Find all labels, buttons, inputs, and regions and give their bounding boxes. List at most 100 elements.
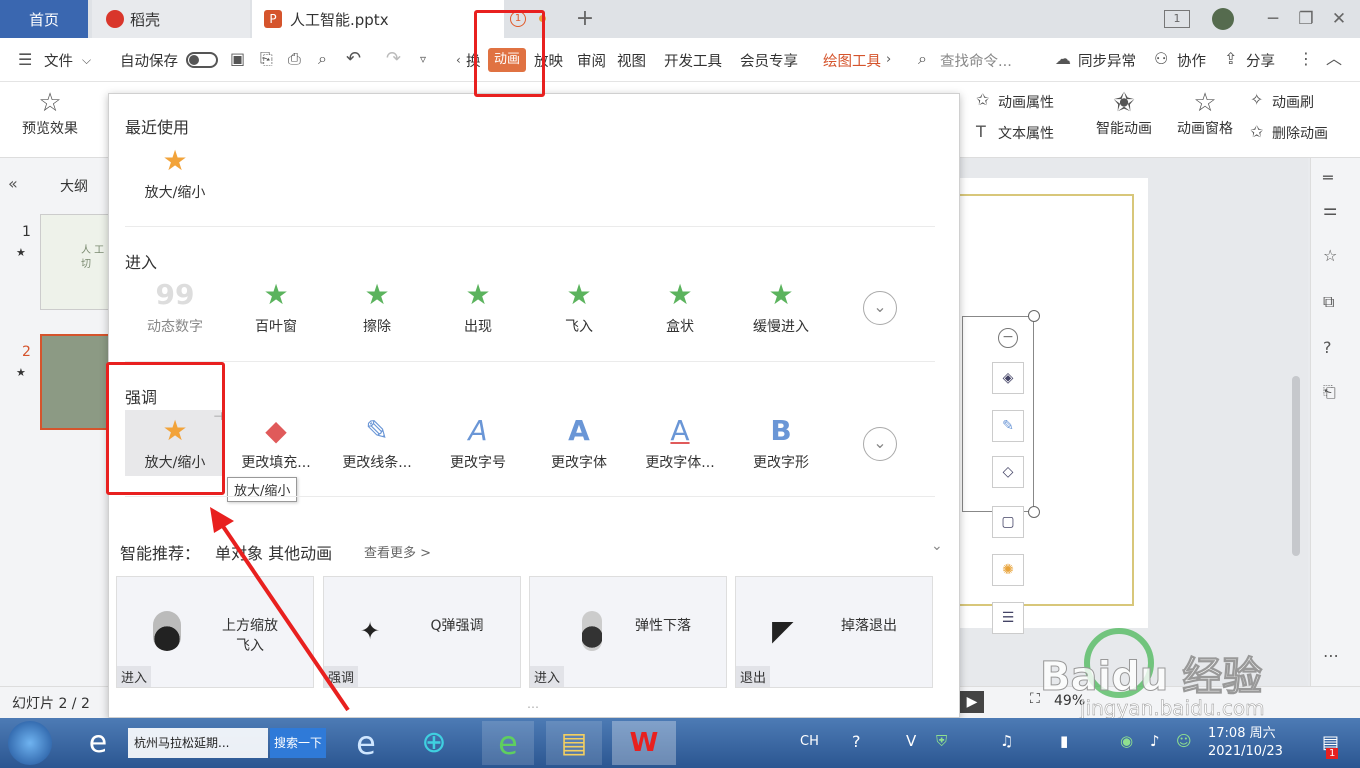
menu-developer[interactable]: 开发工具 — [664, 50, 722, 71]
lightbulb-icon[interactable]: ✺ — [992, 554, 1024, 586]
layers-icon[interactable]: ◈ — [992, 362, 1024, 394]
menu-drawing-tools[interactable]: 绘图工具 — [823, 50, 881, 71]
slide-canvas[interactable] — [930, 178, 1148, 628]
animation-pane-button[interactable]: ☆ 动画窗格 — [1172, 88, 1238, 138]
emphasis-change-size[interactable]: A 更改字号 — [428, 410, 528, 472]
minus-circle-icon[interactable]: − — [998, 328, 1018, 348]
emphasis-change-style[interactable]: B 更改字形 — [731, 410, 831, 472]
bell-icon[interactable]: ♫ — [1000, 732, 1013, 750]
emphasis-expand-icon[interactable]: ⌄ — [863, 427, 897, 461]
slide-thumbnail-1[interactable]: 人 工 切 — [40, 214, 110, 310]
network-icon[interactable]: ▮ — [1060, 732, 1068, 750]
wps-taskbar-icon[interactable]: W — [612, 721, 676, 765]
settings-sliders-icon[interactable]: ⚌ — [1323, 200, 1337, 220]
volume-muted-icon[interactable]: ♪ — [1150, 732, 1160, 750]
crop-icon[interactable]: ▢ — [992, 506, 1024, 538]
star-animation-icon[interactable]: ☆ — [1323, 246, 1337, 266]
help-tray-icon[interactable]: ? — [852, 732, 861, 751]
menu-review[interactable]: 审阅 — [577, 50, 606, 71]
tab-document[interactable]: P 人工智能.pptx 1 — [252, 0, 546, 38]
play-slideshow-icon[interactable]: ▶ — [960, 691, 984, 713]
enter-slow[interactable]: ★ 缓慢进入 — [731, 274, 831, 336]
more-dots-icon[interactable]: ⋯ — [1323, 646, 1339, 666]
tab-home[interactable]: 首页 — [0, 0, 88, 38]
emphasis-change-line[interactable]: ✎ 更改线条... — [327, 410, 427, 472]
file-explorer-icon[interactable]: ▤ — [546, 721, 602, 765]
backup-icon[interactable]: ⎗ — [1323, 382, 1336, 402]
fit-window-icon[interactable]: ⛶ — [1030, 691, 1040, 707]
shape-fill-icon[interactable]: ◇ — [992, 456, 1024, 488]
collapse-pane-icon[interactable]: « — [8, 174, 18, 194]
menu-file[interactable]: 文件 — [44, 50, 73, 71]
vertical-scrollbar[interactable] — [1290, 166, 1302, 618]
animation-properties-button[interactable]: 动画属性 — [998, 92, 1054, 112]
emphasis-change-fill[interactable]: ◆ 更改填充... — [226, 410, 326, 472]
app-plus-icon[interactable]: ⊕ — [412, 721, 456, 765]
close-icon[interactable]: ✕ — [1328, 8, 1350, 30]
language-indicator[interactable]: CH — [800, 734, 819, 749]
new-tab-button[interactable]: + — [574, 8, 596, 30]
recommend-card-4[interactable]: ◤ 掉落退出 退出 — [735, 576, 933, 688]
scrollbar-thumb[interactable] — [1292, 376, 1300, 556]
redo-icon[interactable]: ↷ — [386, 49, 401, 69]
emphasis-change-font[interactable]: A 更改字体 — [529, 410, 629, 472]
animation-brush-button[interactable]: 动画刷 — [1272, 92, 1314, 112]
enter-fly-in[interactable]: ★ 飞入 — [529, 274, 629, 336]
scroll-right-icon[interactable]: › — [886, 50, 891, 70]
save-icon[interactable]: ▣ — [230, 49, 245, 69]
preview-effect-button[interactable]: ☆ 预览效果 — [12, 88, 88, 138]
fill-brush-icon[interactable]: ✎ — [992, 410, 1024, 442]
text-properties-button[interactable]: 文本属性 — [998, 123, 1054, 143]
menu-member[interactable]: 会员专享 — [740, 50, 798, 71]
quick-access-dropdown-icon[interactable]: ▿ — [420, 49, 426, 69]
enter-blinds[interactable]: ★ 百叶窗 — [226, 274, 326, 336]
clock-time[interactable]: 17:08 周六 — [1208, 722, 1276, 741]
export-icon[interactable]: ⎘ — [260, 49, 273, 69]
recommend-card-3[interactable]: 弹性下落 进入 — [529, 576, 727, 688]
enter-dynamic-number[interactable]: 99 动态数字 — [125, 274, 225, 336]
avatar[interactable] — [1212, 8, 1234, 30]
outline-tab[interactable]: 大纲 — [60, 176, 88, 196]
copy-slide-icon[interactable]: ⧉ — [1323, 292, 1334, 312]
delete-animation-button[interactable]: 删除动画 — [1272, 123, 1328, 143]
tray-v-icon[interactable]: V — [906, 732, 916, 750]
wechat-icon[interactable]: ☺ — [1176, 732, 1192, 750]
resize-handle-top-right[interactable] — [1028, 310, 1040, 322]
minimize-icon[interactable]: ─ — [1262, 8, 1284, 30]
clock-date[interactable]: 2021/10/23 — [1208, 744, 1283, 759]
recent-zoom-effect[interactable]: ★ 放大/缩小 — [125, 140, 225, 202]
start-button-icon[interactable] — [8, 721, 52, 765]
enter-box[interactable]: ★ 盒状 — [630, 274, 730, 336]
undo-icon[interactable]: ↶ — [346, 49, 361, 69]
window-layout-icon[interactable]: 1 — [1164, 10, 1190, 28]
text-layout-icon[interactable]: ☰ — [992, 602, 1024, 634]
shield-icon[interactable]: ⛨ — [936, 732, 947, 750]
search-button[interactable]: 搜索一下 — [270, 728, 326, 758]
resize-handle-bottom-right[interactable] — [1028, 506, 1040, 518]
enter-appear[interactable]: ★ 出现 — [428, 274, 528, 336]
resize-grip-icon[interactable]: ⋯ — [527, 700, 539, 714]
tab-docer[interactable]: 稻壳 — [92, 0, 250, 38]
autosave-toggle[interactable] — [186, 52, 218, 68]
see-more-link[interactable]: 查看更多 > — [364, 542, 431, 561]
emphasis-change-font-color[interactable]: A 更改字体... — [630, 410, 730, 472]
tray-app-icon[interactable]: ◉ — [1120, 732, 1133, 750]
menu-view[interactable]: 视图 — [617, 50, 646, 71]
share-button[interactable]: 分享 — [1246, 50, 1275, 71]
slide-thumbnail-2[interactable] — [40, 334, 110, 430]
enter-expand-icon[interactable]: ⌄ — [863, 291, 897, 325]
sync-status[interactable]: 同步异常 — [1078, 50, 1136, 71]
360-browser-icon[interactable]: e — [482, 721, 534, 765]
help-icon[interactable]: ? — [1323, 338, 1332, 358]
smart-animation-button[interactable]: ✬ 智能动画 — [1088, 88, 1160, 138]
collapse-ribbon-icon[interactable]: ︿ — [1326, 49, 1342, 69]
ie-pinned-icon[interactable]: e — [344, 721, 388, 765]
hamburger-icon[interactable]: ☰ — [18, 50, 32, 70]
enter-wipe[interactable]: ★ 擦除 — [327, 274, 427, 336]
ie-icon[interactable]: e — [78, 721, 118, 765]
command-search-input[interactable]: 查找命令... — [940, 50, 1012, 71]
collab-button[interactable]: 协作 — [1177, 50, 1206, 71]
print-icon[interactable]: ⎙ — [288, 49, 301, 69]
print-preview-icon[interactable]: ⌕ — [318, 49, 327, 69]
ie-window-tab[interactable]: 杭州马拉松延期... — [128, 728, 268, 758]
